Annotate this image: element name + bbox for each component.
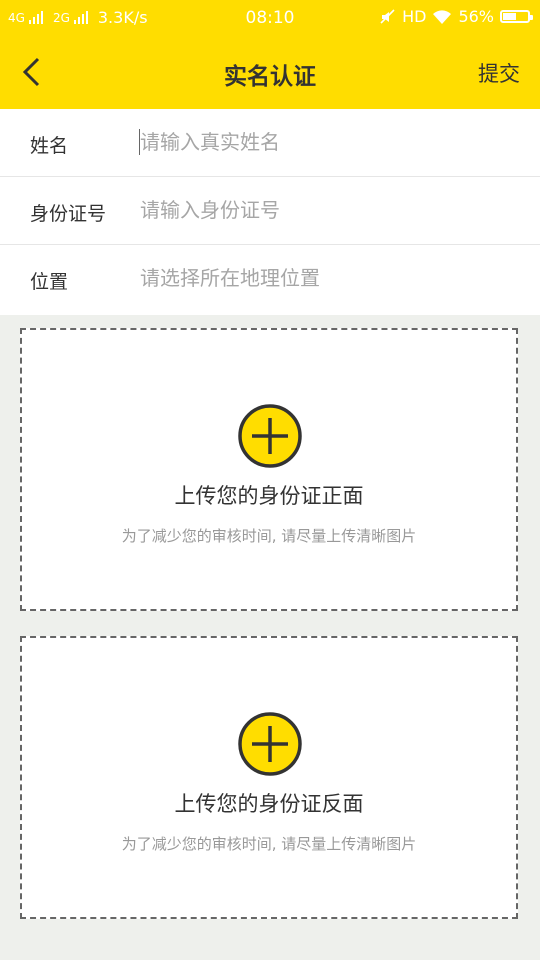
info-form: 姓名 身份证号 位置: [0, 109, 540, 315]
mute-icon: [380, 8, 395, 24]
id-number-row: 身份证号: [0, 177, 540, 245]
name-label: 姓名: [30, 135, 69, 157]
upload-front-title: 上传您的身份证正面: [174, 484, 364, 508]
battery-fill: [503, 13, 516, 20]
id-number-input[interactable]: [140, 193, 510, 227]
status-bar: 4G 2G 3.3K/s 08:10 HD 56%: [0, 0, 540, 36]
battery-icon: [500, 10, 533, 23]
location-label: 位置: [30, 271, 69, 293]
status-right: HD 56%: [380, 7, 533, 26]
upload-id-front[interactable]: 上传您的身份证正面 为了减少您的审核时间, 请尽量上传清晰图片: [20, 328, 518, 611]
id-number-label: 身份证号: [30, 203, 107, 225]
hd-label: HD: [402, 7, 427, 26]
plus-circle-icon: [238, 404, 302, 468]
location-row: 位置: [0, 245, 540, 315]
battery-percent: 56%: [458, 7, 494, 26]
wifi-icon: [433, 9, 452, 24]
name-row: 姓名: [0, 109, 540, 177]
nav-bar: 实名认证 提交: [0, 36, 540, 109]
upload-back-hint: 为了减少您的审核时间, 请尽量上传清晰图片: [121, 835, 417, 853]
upload-front-hint: 为了减少您的审核时间, 请尽量上传清晰图片: [121, 527, 417, 545]
name-input[interactable]: [140, 125, 510, 159]
submit-button[interactable]: 提交: [478, 58, 520, 88]
page-title: 实名认证: [224, 64, 316, 90]
upload-id-back[interactable]: 上传您的身份证反面 为了减少您的审核时间, 请尽量上传清晰图片: [20, 636, 518, 919]
upload-back-title: 上传您的身份证反面: [174, 792, 364, 816]
location-input[interactable]: [140, 261, 510, 295]
plus-circle-icon: [238, 712, 302, 776]
